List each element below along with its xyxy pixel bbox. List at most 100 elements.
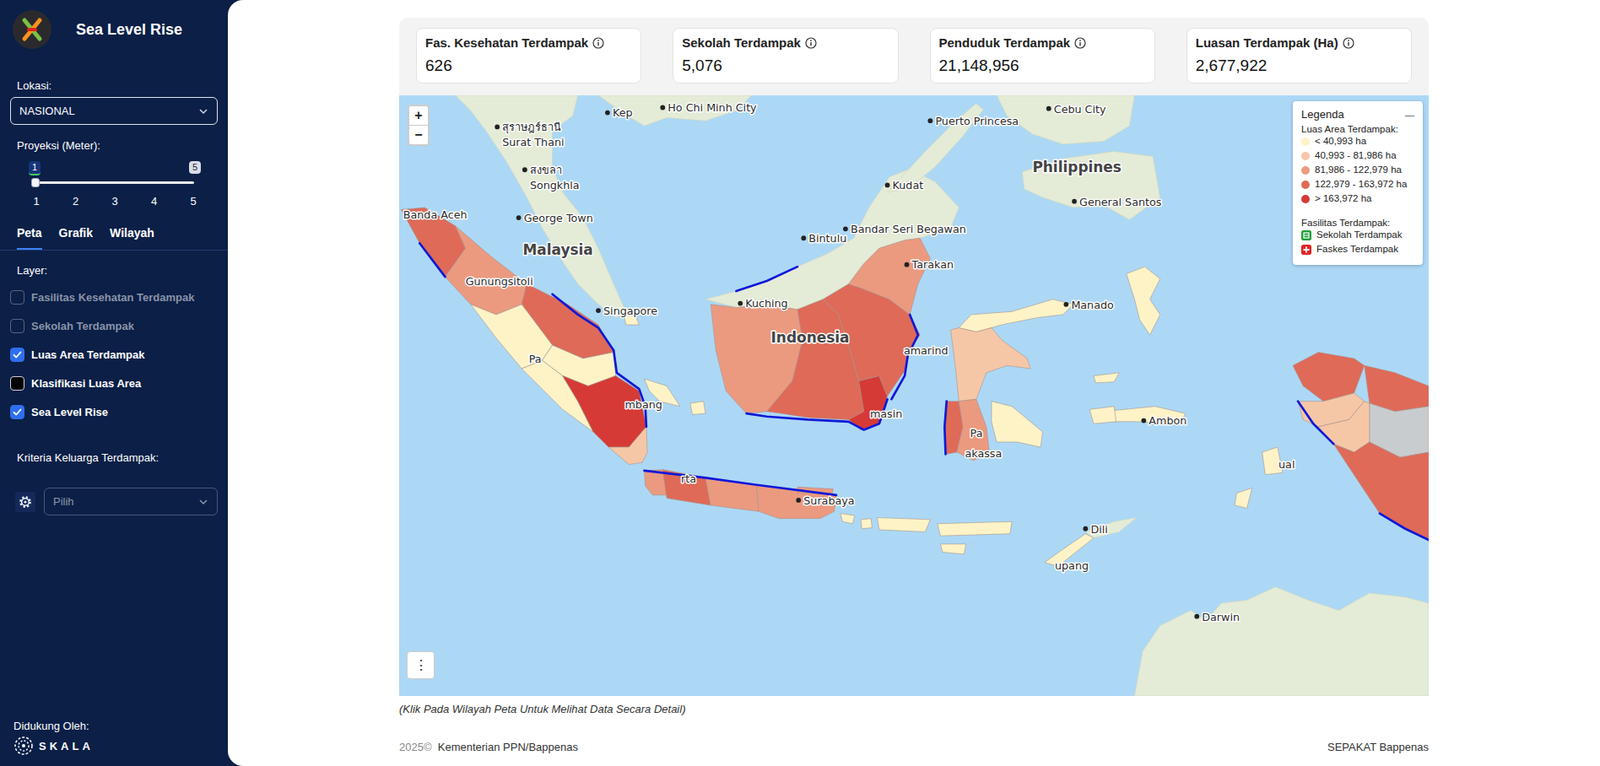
sea-level-rise-coast xyxy=(1297,401,1334,445)
map-menu-button[interactable]: ⋮ xyxy=(406,651,435,680)
province-region[interactable] xyxy=(840,513,855,525)
land-area xyxy=(705,168,959,310)
place-label: Bintulu xyxy=(808,232,847,245)
city-dot xyxy=(516,215,522,221)
place-label: Gunungsitoli xyxy=(465,275,534,288)
place-label: Singapore xyxy=(603,304,658,318)
info-icon[interactable] xyxy=(805,37,817,49)
province-region[interactable] xyxy=(690,401,706,416)
place-label: Kuching xyxy=(745,297,788,310)
place-label: Pa xyxy=(970,427,984,440)
layer-item[interactable]: Sekolah Terdampak xyxy=(10,311,218,341)
province-region[interactable] xyxy=(940,544,966,555)
layer-item[interactable]: Fasilitas Kesehatan Terdampak xyxy=(10,282,218,312)
layer-item[interactable]: Klasifikasi Luas Area xyxy=(10,368,218,398)
settings-button[interactable] xyxy=(15,491,36,513)
province-region[interactable] xyxy=(470,304,553,369)
place-label: rta xyxy=(681,472,697,486)
city-dot xyxy=(927,118,933,124)
sponsor-swirl-icon xyxy=(13,735,34,757)
tab[interactable]: Grafik xyxy=(59,224,93,250)
legend: Legenda—Luas Area Terdampak:< 40,993 ha4… xyxy=(1292,101,1423,265)
zoom-in-button[interactable]: + xyxy=(409,106,428,125)
legend-item: 81,986 - 122,979 ha xyxy=(1301,162,1415,178)
location-select[interactable]: NASIONAL xyxy=(10,97,218,125)
province-region[interactable] xyxy=(705,477,759,512)
slider-tick: 2 xyxy=(71,194,81,208)
place-label: Banda Aceh xyxy=(403,208,468,222)
legend-item: 40,993 - 81,986 ha xyxy=(1301,148,1415,163)
province-region[interactable] xyxy=(848,375,888,430)
tab[interactable]: Peta xyxy=(16,224,43,250)
sea-level-rise-coast xyxy=(891,314,918,400)
info-icon[interactable] xyxy=(1074,37,1087,49)
province-region[interactable] xyxy=(991,401,1044,448)
city-dot xyxy=(737,301,743,307)
ambulance-icon xyxy=(1301,244,1312,255)
city-dot xyxy=(605,110,611,116)
school-icon xyxy=(1301,230,1312,241)
map-canvas[interactable]: KepHo Chi Minh CityPuerto PrincesaCebu C… xyxy=(399,95,1429,697)
city-dot xyxy=(1046,106,1052,112)
zoom-control: +− xyxy=(407,104,430,146)
city-dot xyxy=(843,226,849,232)
layer-label: Layer: xyxy=(10,264,218,278)
supported-by-label: Didukung Oleh: xyxy=(10,719,218,733)
province-region[interactable] xyxy=(1093,372,1119,384)
checkbox[interactable] xyxy=(10,405,25,420)
place-label: Ho Chi Minh City xyxy=(667,101,757,114)
province-region[interactable] xyxy=(1234,487,1253,509)
place-label: Kudat xyxy=(892,178,925,192)
place-label: สุราษฎร์ธานี xyxy=(502,120,562,135)
stats-bar: Fas. Kesehatan Terdampak626Sekolah Terda… xyxy=(399,17,1429,96)
province-region[interactable] xyxy=(860,518,872,530)
slider-thumb[interactable]: 1 xyxy=(31,178,40,188)
province-region[interactable] xyxy=(1089,406,1116,425)
tab[interactable]: Wilayah xyxy=(109,224,155,250)
layer-item[interactable]: Luas Area Terdampak xyxy=(10,340,218,369)
province-region[interactable] xyxy=(1318,401,1370,453)
checkbox[interactable] xyxy=(10,347,25,363)
sea-level-rise-coast xyxy=(1379,513,1429,541)
province-region[interactable] xyxy=(1333,442,1429,541)
projection-label: Proyeksi (Meter): xyxy=(10,139,218,153)
province-region[interactable] xyxy=(1126,266,1161,336)
criteria-select[interactable]: Pilih xyxy=(43,487,218,516)
land-area xyxy=(1085,517,1137,538)
place-label: General Santos xyxy=(1079,195,1162,209)
place-label: Darwin xyxy=(1201,610,1240,624)
place-label: Tarakan xyxy=(911,259,954,272)
province-region[interactable] xyxy=(937,521,1012,536)
info-icon[interactable] xyxy=(1342,37,1355,49)
province-region[interactable] xyxy=(958,299,1074,333)
checkbox[interactable] xyxy=(10,318,25,334)
city-dot xyxy=(595,308,601,314)
zoom-out-button[interactable]: − xyxy=(409,124,428,145)
place-label: upang xyxy=(1054,559,1089,573)
layer-item[interactable]: Sea Level Rise xyxy=(10,397,218,427)
province-region[interactable] xyxy=(876,517,930,532)
city-dot xyxy=(1140,418,1146,424)
projection-slider[interactable]: 5112345 xyxy=(10,159,218,208)
place-label: Pa xyxy=(529,352,542,366)
sponsor-logo: SKALA xyxy=(10,735,218,757)
province-region[interactable] xyxy=(608,427,648,465)
stat-value: 626 xyxy=(425,56,633,76)
checkbox[interactable] xyxy=(10,290,25,305)
map[interactable]: KepHo Chi Minh CityPuerto PrincesaCebu C… xyxy=(399,95,1429,697)
place-label: Bandar Seri Begawan xyxy=(850,222,967,236)
main-panel: Fas. Kesehatan Terdampak626Sekolah Terda… xyxy=(227,0,1600,766)
province-region[interactable] xyxy=(951,328,1031,402)
sea-level-rise-coast xyxy=(419,243,445,277)
chevron-down-icon xyxy=(198,106,209,117)
province-region[interactable] xyxy=(662,470,711,506)
place-label: amarind xyxy=(903,344,949,357)
layer-list: Fasilitas Kesehatan TerdampakSekolah Ter… xyxy=(10,282,218,427)
city-dot xyxy=(1071,199,1077,205)
checkbox[interactable] xyxy=(10,376,25,391)
stat-card: Luasan Terdampak (Ha)2,677,922 xyxy=(1186,27,1412,84)
province-region[interactable] xyxy=(444,226,527,315)
province-region[interactable] xyxy=(848,237,931,315)
legend-collapse-button[interactable]: — xyxy=(1405,109,1415,120)
info-icon[interactable] xyxy=(592,37,605,49)
